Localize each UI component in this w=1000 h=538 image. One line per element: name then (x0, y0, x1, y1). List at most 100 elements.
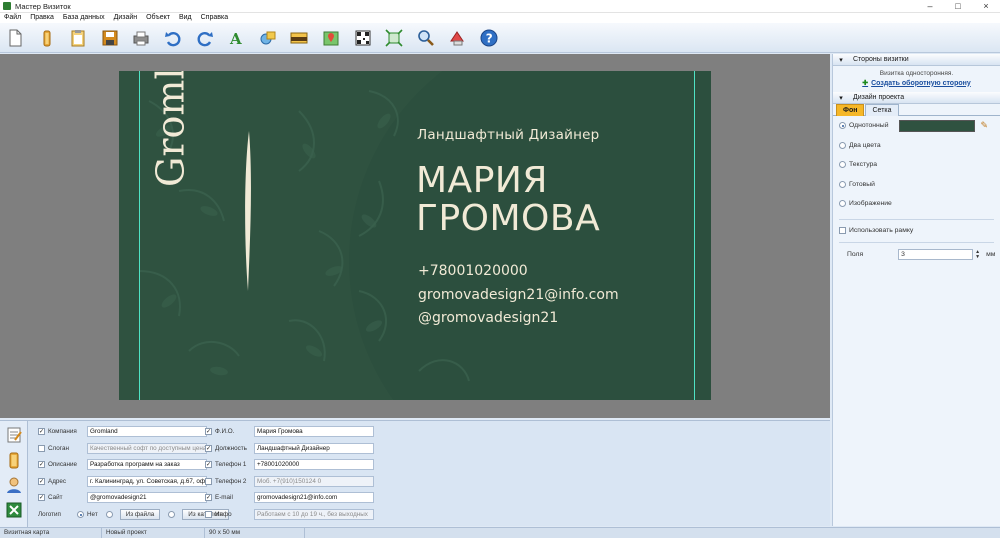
menu-help[interactable]: Справка (201, 13, 228, 23)
menu-edit[interactable]: Правка (30, 13, 54, 23)
description-label: Описание (48, 461, 77, 468)
design-canvas[interactable]: Gromland Ландшафтный Дизайнер МАРИЯ ГРОМ… (0, 54, 830, 418)
tab-background[interactable]: Фон (836, 104, 865, 116)
fio-input[interactable]: Мария Громова (254, 426, 374, 437)
minimize-button[interactable]: – (916, 0, 944, 13)
option-ready[interactable]: Готовый (839, 175, 1000, 195)
menu-database[interactable]: База данных (63, 13, 105, 23)
radio-image[interactable] (839, 200, 846, 208)
title-bar: Мастер Визиток – □ × (0, 0, 1000, 13)
option-texture-label: Текстура (849, 161, 878, 169)
option-texture[interactable]: Текстура (839, 155, 1000, 175)
solid-color-swatch[interactable] (898, 119, 975, 132)
fields-panel: ✓ Компания Gromland Слоган Качественный … (0, 420, 830, 527)
help-button[interactable]: ? (478, 27, 500, 49)
radio-two-colors[interactable] (839, 141, 846, 149)
card-logo-text[interactable]: Gromland (148, 71, 192, 187)
company-label: Компания (48, 428, 77, 435)
open-button[interactable] (36, 27, 58, 49)
right-guide-line (694, 71, 695, 400)
from-file-button[interactable]: Из файла (119, 509, 161, 520)
paste-button[interactable] (67, 27, 89, 49)
fio-checkbox[interactable]: ✓ (205, 428, 212, 435)
logo-none-radio[interactable] (77, 511, 84, 518)
card-social[interactable]: @gromovadesign21 (418, 310, 558, 326)
card-phone[interactable]: +78001020000 (418, 263, 528, 279)
description-checkbox[interactable]: ✓ (38, 461, 45, 468)
phone1-input[interactable]: +78001020000 (254, 459, 374, 470)
position-input[interactable]: Ландшафтный Дизайнер (254, 443, 374, 454)
company-checkbox[interactable]: ✓ (38, 428, 45, 435)
radio-ready[interactable] (839, 180, 846, 188)
menu-file[interactable]: Файл (4, 13, 21, 23)
collapse-arrow-icon[interactable]: ▾ (837, 56, 845, 64)
phone2-checkbox[interactable] (205, 478, 212, 485)
site-input[interactable]: @gromovadesign21 (87, 492, 207, 503)
logo-file-radio[interactable] (105, 511, 113, 518)
email-checkbox[interactable]: ✓ (205, 494, 212, 501)
option-solid[interactable]: Однотонный ✎ (839, 116, 1000, 136)
eyedropper-icon[interactable]: ✎ (981, 120, 989, 131)
phone2-input[interactable]: Моб. +7(910)150124 0 (254, 476, 374, 487)
undo-button[interactable] (162, 27, 184, 49)
menu-object[interactable]: Объект (146, 13, 170, 23)
contacts-button[interactable] (3, 474, 25, 496)
business-card[interactable]: Gromland Ландшафтный Дизайнер МАРИЯ ГРОМ… (119, 71, 711, 400)
card-first-name[interactable]: МАРИЯ (416, 161, 548, 201)
slogan-input[interactable]: Качественный софт по доступным ценам (87, 443, 207, 454)
excel-import-button[interactable] (3, 499, 25, 521)
spinner-icon[interactable]: ▲ ▼ (975, 249, 980, 260)
create-back-side-link[interactable]: ✚ Создать оборотную сторону (833, 79, 1000, 88)
edit-fields-button[interactable] (3, 424, 25, 446)
svg-text:?: ? (486, 31, 493, 45)
maximize-button[interactable]: □ (944, 0, 972, 13)
tab-grid[interactable]: Сетка (865, 104, 899, 116)
description-input[interactable]: Разработка программ на заказ (87, 459, 207, 470)
address-input[interactable]: г. Калининград, ул. Советская, д.67, оф.… (87, 476, 207, 487)
use-frame-row[interactable]: Использовать рамку (839, 225, 1000, 237)
zoom-button[interactable] (415, 27, 437, 49)
fit-button[interactable] (383, 27, 405, 49)
company-input[interactable]: Gromland (87, 426, 207, 437)
card-email[interactable]: gromovadesign21@info.com (418, 287, 619, 303)
info-checkbox[interactable] (205, 511, 212, 518)
option-image[interactable]: Изображение (839, 194, 1000, 214)
print-button[interactable] (130, 27, 152, 49)
card-last-name[interactable]: ГРОМОВА (416, 199, 600, 239)
collapse-arrow-icon[interactable]: ▾ (837, 94, 845, 102)
radio-solid[interactable] (839, 122, 846, 130)
phone1-checkbox[interactable]: ✓ (205, 461, 212, 468)
clipboard-icon (9, 452, 19, 469)
save-button[interactable] (99, 27, 121, 49)
menu-design[interactable]: Дизайн (114, 13, 138, 23)
sides-header[interactable]: ▾ Стороны визитки (833, 54, 1000, 66)
use-frame-checkbox[interactable] (839, 227, 846, 234)
image-button[interactable] (288, 27, 310, 49)
map-button[interactable] (320, 27, 342, 49)
zoom-icon (417, 29, 434, 46)
qr-button[interactable] (352, 27, 374, 49)
logo-catalog-radio[interactable] (168, 511, 176, 518)
menu-bar: Файл Правка База данных Дизайн Объект Ви… (0, 13, 1000, 23)
redo-button[interactable] (194, 27, 216, 49)
site-checkbox[interactable]: ✓ (38, 494, 45, 501)
address-checkbox[interactable]: ✓ (38, 478, 45, 485)
shape-button[interactable] (257, 27, 279, 49)
settings-button[interactable] (446, 27, 468, 49)
left-guide-line (139, 71, 140, 400)
info-input[interactable]: Работаем с 10 до 19 ч., без выходных (254, 509, 374, 520)
menu-view[interactable]: Вид (179, 13, 192, 23)
design-header[interactable]: ▾ Дизайн проекта (833, 92, 1000, 104)
radio-texture[interactable] (839, 161, 846, 169)
card-job-title[interactable]: Ландшафтный Дизайнер (417, 127, 599, 143)
slogan-checkbox[interactable] (38, 445, 45, 452)
position-checkbox[interactable]: ✓ (205, 445, 212, 452)
email-input[interactable]: gromovadesign21@info.com (254, 492, 374, 503)
text-button[interactable]: A (225, 27, 247, 49)
close-button[interactable]: × (972, 0, 1000, 13)
toolbar: A ? (0, 23, 1000, 53)
margins-input[interactable]: 3 (898, 249, 974, 260)
option-two-colors[interactable]: Два цвета (839, 136, 1000, 156)
clipboard-button[interactable] (3, 449, 25, 471)
new-file-button[interactable] (4, 27, 26, 49)
